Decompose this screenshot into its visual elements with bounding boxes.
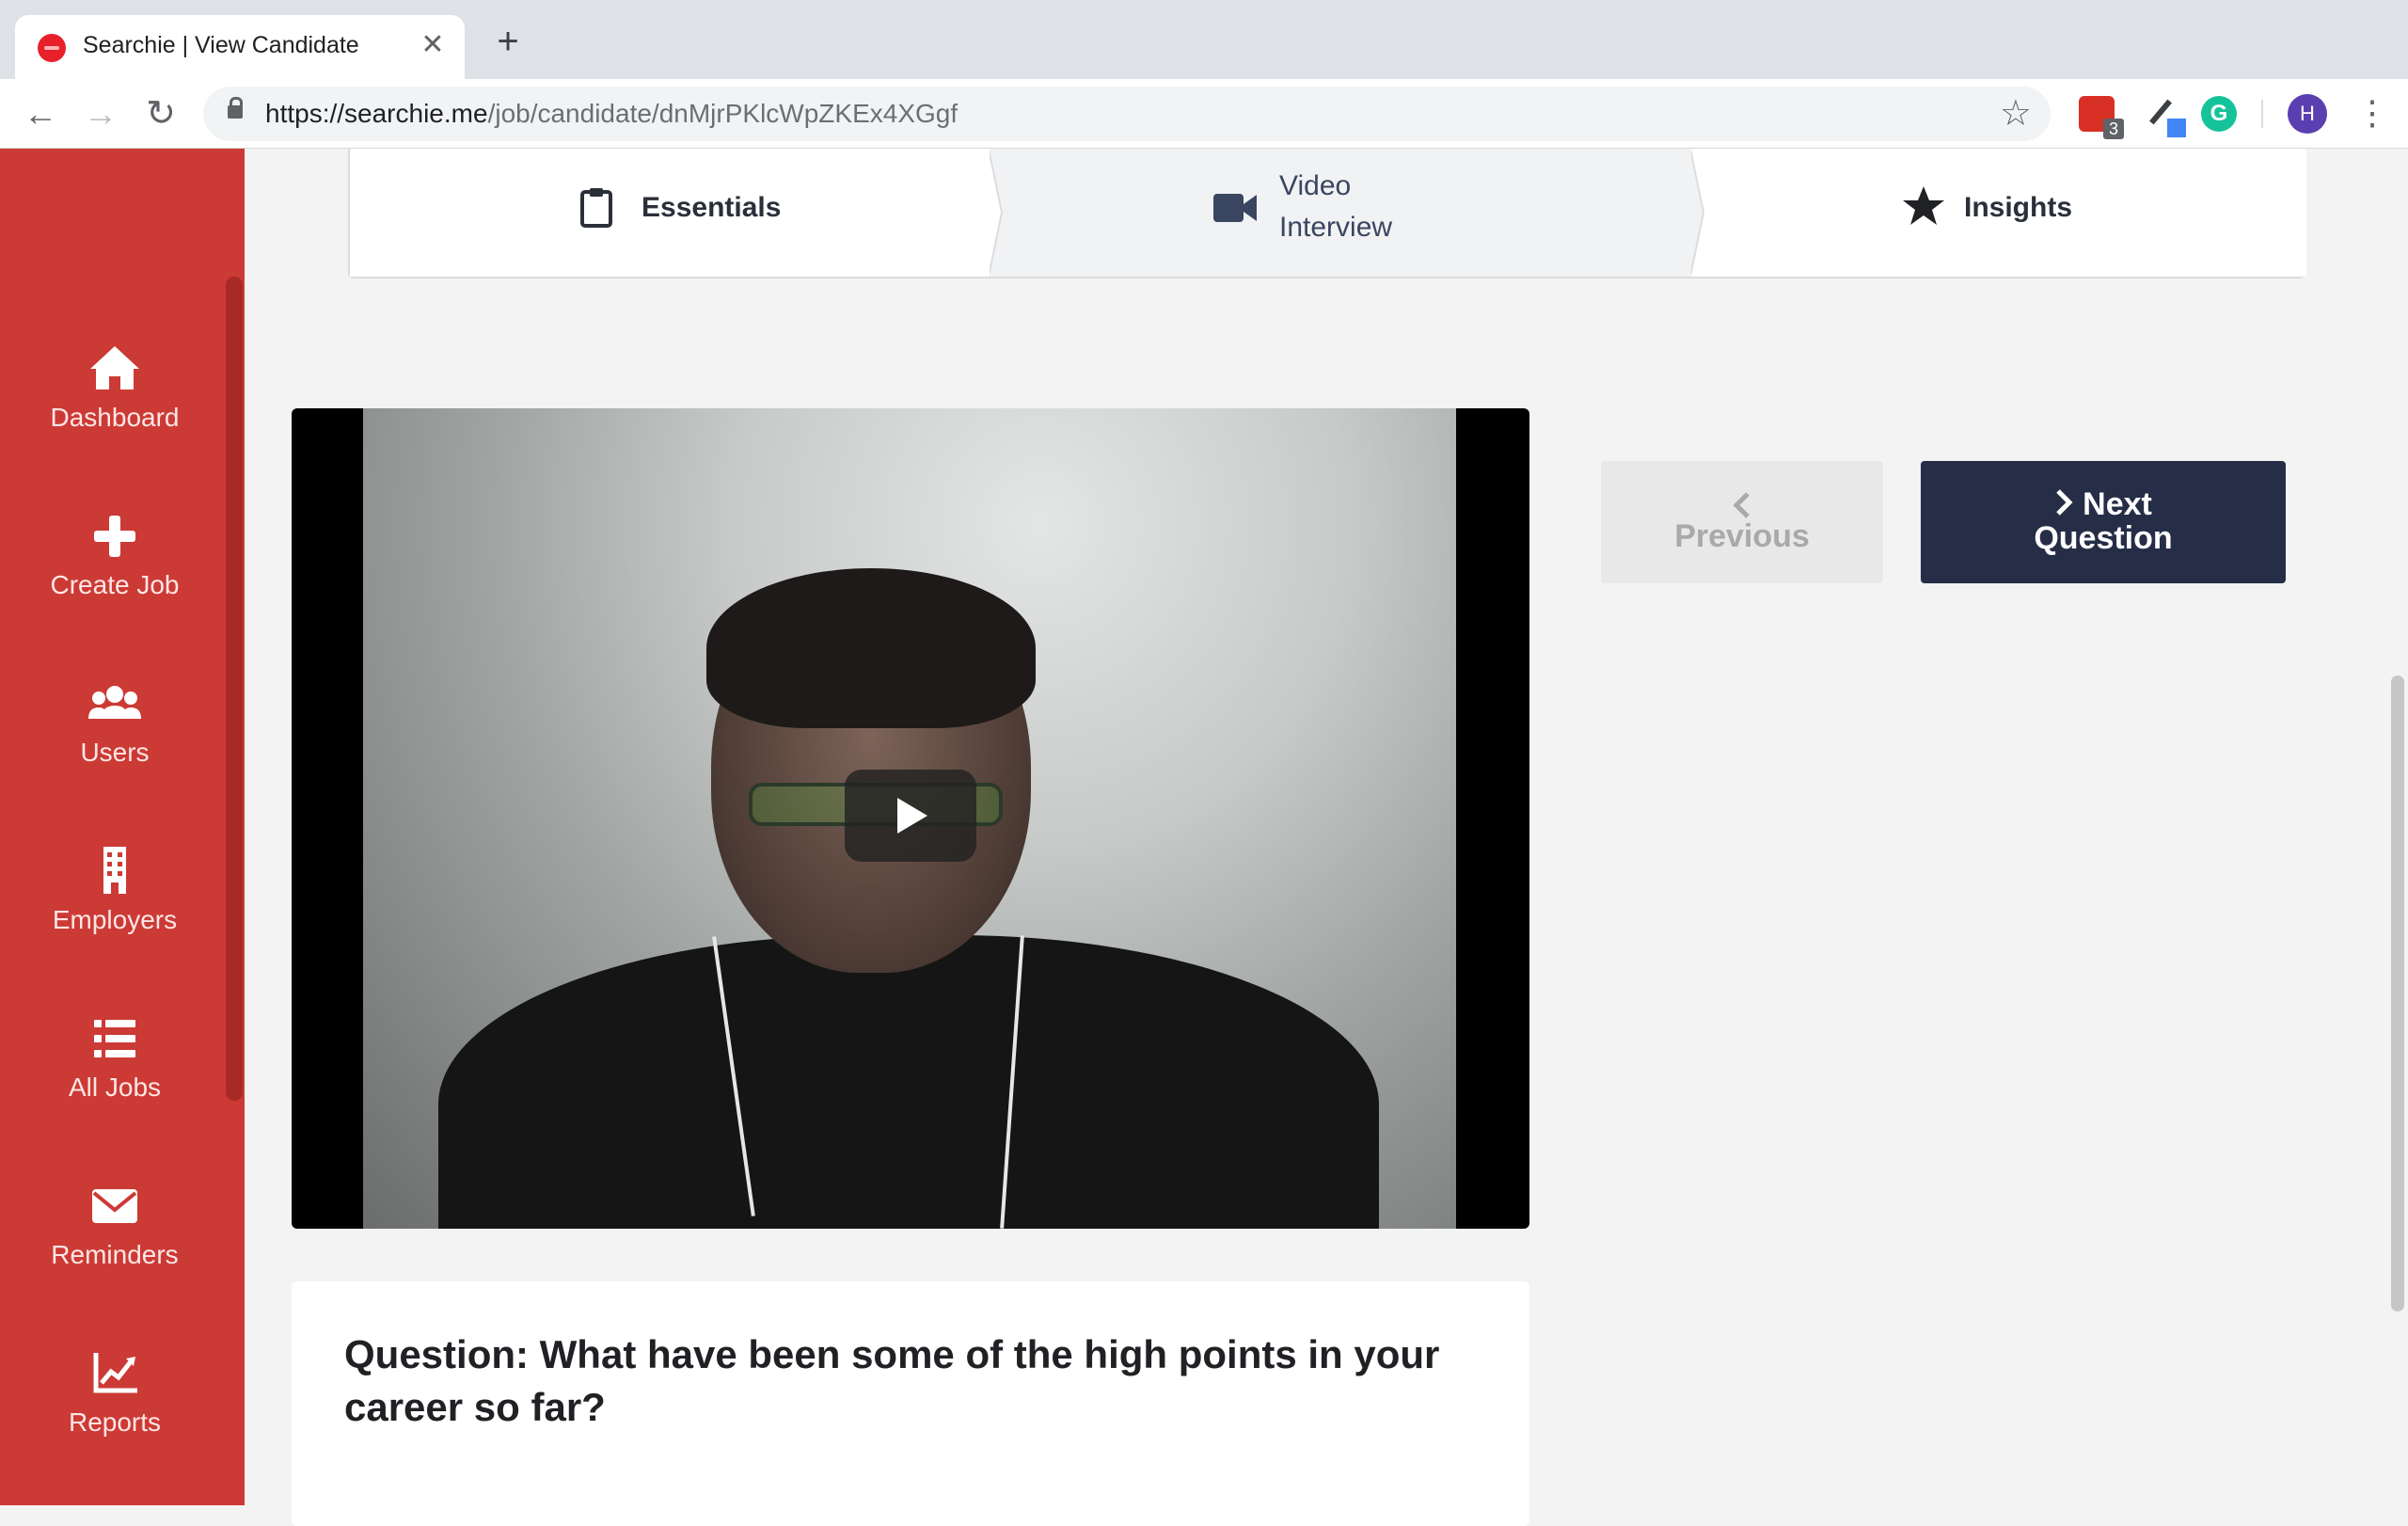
- sidebar-item-label: Create Job: [50, 570, 180, 599]
- grammarly-extension-icon[interactable]: G: [2201, 96, 2237, 132]
- back-arrow-icon[interactable]: ←: [19, 92, 62, 135]
- candidate-steps: Essentials Video Interview Insights: [348, 149, 2306, 278]
- profile-avatar[interactable]: H: [2288, 94, 2327, 134]
- new-tab-button[interactable]: +: [489, 23, 527, 62]
- browser-toolbar: ← → ↻ https://searchie.me/job/candidate/…: [0, 79, 2408, 149]
- sidebar-item-users[interactable]: Users: [0, 677, 230, 768]
- sidebar-item-reminders[interactable]: Reminders: [0, 1180, 230, 1270]
- list-icon: [94, 1020, 135, 1057]
- sidebar-item-label: Reminders: [51, 1240, 179, 1269]
- next-label: Next: [2083, 486, 2152, 522]
- sidebar-item-create-job[interactable]: Create Job: [0, 510, 230, 600]
- home-icon: [90, 346, 139, 389]
- browser-menu-icon[interactable]: ⋮: [2355, 92, 2389, 135]
- address-bar[interactable]: https://searchie.me/job/candidate/dnMjrP…: [203, 87, 2051, 141]
- star-icon: [1903, 186, 1944, 225]
- play-icon[interactable]: [845, 770, 976, 862]
- sidebar-item-label: Dashboard: [50, 403, 180, 432]
- next-question-button[interactable]: Next Question: [1921, 461, 2286, 583]
- question-card: Question: What have been some of the hig…: [292, 1281, 1529, 1526]
- sidebar-item-label: Reports: [68, 1407, 162, 1437]
- tab-title: Searchie | View Candidate: [83, 32, 359, 58]
- main-content: Essentials Video Interview Insights Prev…: [245, 149, 2408, 1526]
- step-label: Essentials: [642, 192, 782, 223]
- step-label: Video Interview: [1279, 170, 1393, 243]
- sidebar-item-dashboard[interactable]: Dashboard: [0, 342, 230, 433]
- previous-label: Previous: [1674, 518, 1810, 554]
- previous-button[interactable]: Previous: [1601, 461, 1883, 583]
- step-label: Insights: [1964, 192, 2073, 223]
- video-camera-icon: [1213, 194, 1257, 222]
- sidebar-item-all-jobs[interactable]: All Jobs: [0, 1012, 230, 1103]
- extension-badge: 3: [2103, 119, 2124, 139]
- forward-arrow-icon[interactable]: →: [79, 92, 122, 135]
- envelope-icon: [92, 1189, 137, 1223]
- sidebar-item-label: All Jobs: [68, 1073, 162, 1102]
- plus-icon: [94, 516, 135, 557]
- browser-tab-strip: Searchie | View Candidate ✕ +: [0, 0, 2408, 79]
- bookmark-star-icon[interactable]: ☆: [2000, 92, 2032, 135]
- step-essentials[interactable]: Essentials: [350, 149, 990, 277]
- lock-icon: [228, 97, 243, 119]
- sidebar-item-label: Employers: [52, 905, 178, 934]
- building-icon: [103, 847, 126, 894]
- toolbar-divider: [2261, 100, 2263, 128]
- extension-red-icon[interactable]: 3: [2079, 96, 2124, 139]
- next-label-line2: Question: [2034, 520, 2173, 556]
- video-player[interactable]: [292, 408, 1529, 1229]
- app-sidebar: Dashboard Create Job Users Employers All…: [0, 149, 245, 1505]
- close-tab-icon[interactable]: ✕: [416, 28, 450, 62]
- clipboard-icon: [580, 188, 612, 228]
- chart-icon: [93, 1353, 137, 1393]
- sidebar-item-label: Users: [80, 738, 150, 767]
- question-text: Question: What have been some of the hig…: [344, 1332, 1440, 1429]
- step-video-interview[interactable]: Video Interview: [990, 149, 1691, 277]
- step-insights[interactable]: Insights: [1691, 149, 2306, 277]
- browser-tab[interactable]: Searchie | View Candidate ✕: [15, 15, 465, 79]
- sidebar-item-reports[interactable]: Reports: [0, 1347, 230, 1438]
- searchie-favicon-icon: [38, 34, 66, 62]
- chevron-left-icon: [1733, 492, 1750, 518]
- reload-icon[interactable]: ↻: [139, 92, 182, 135]
- color-picker-extension-icon[interactable]: [2145, 96, 2186, 137]
- page-scrollbar[interactable]: [2391, 676, 2404, 1311]
- users-icon: [88, 686, 141, 719]
- chevron-right-icon: [2056, 489, 2073, 516]
- sidebar-item-employers[interactable]: Employers: [0, 845, 230, 935]
- url-text[interactable]: https://searchie.me/job/candidate/dnMjrP…: [265, 99, 958, 129]
